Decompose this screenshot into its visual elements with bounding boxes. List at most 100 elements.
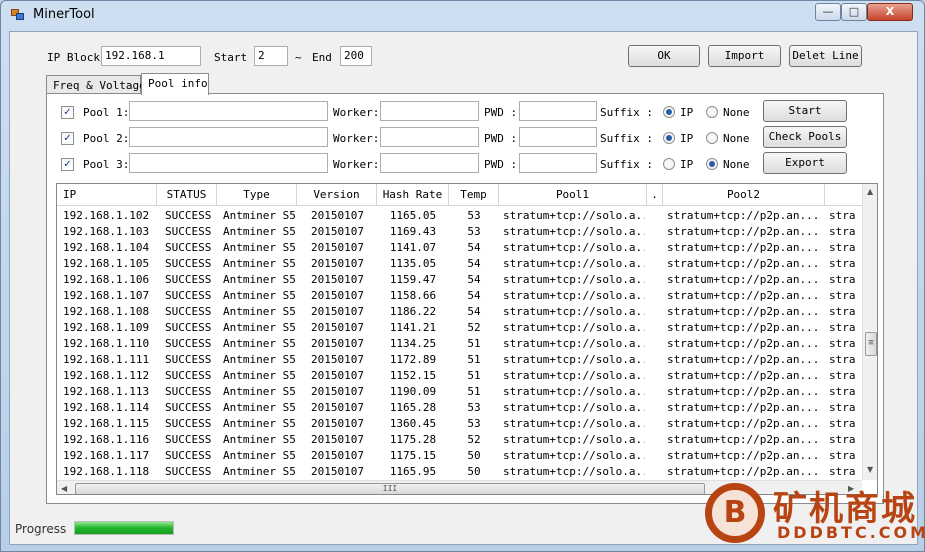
table-cell: 20150107 bbox=[311, 353, 364, 366]
table-row[interactable]: 192.168.1.112 SUCCESS Antminer S5 20150107 1… bbox=[57, 368, 862, 384]
pool-1-label: Pool 1: bbox=[83, 106, 130, 119]
column-header[interactable]: . bbox=[647, 184, 663, 206]
pool-3-worker-input[interactable] bbox=[380, 153, 479, 173]
table-cell: Antminer S5 bbox=[223, 385, 295, 398]
table-row[interactable]: 192.168.1.102 SUCCESS Antminer S5 20150107 1… bbox=[57, 208, 862, 224]
table-cell: 192.168.1.113 bbox=[63, 385, 150, 398]
table-cell: 192.168.1.111 bbox=[63, 353, 150, 366]
miner-table[interactable]: IP STATUS Type Version Hash Rate Temp Pool1. Po… bbox=[56, 183, 878, 495]
column-header[interactable]: Hash Rate bbox=[377, 184, 449, 206]
table-row[interactable]: 192.168.1.114 SUCCESS Antminer S5 20150107 1… bbox=[57, 400, 862, 416]
table-row[interactable]: 192.168.1.107 SUCCESS Antminer S5 20150107 1… bbox=[57, 288, 862, 304]
pool-3-url-input[interactable] bbox=[129, 153, 328, 173]
table-row[interactable]: 192.168.1.116 SUCCESS Antminer S5 20150107 1… bbox=[57, 432, 862, 448]
table-row[interactable]: 192.168.1.108 SUCCESS Antminer S5 20150107 1… bbox=[57, 304, 862, 320]
table-cell: stratum+tcp://solo.a... bbox=[503, 305, 645, 318]
start-input[interactable]: 2 bbox=[254, 46, 288, 66]
column-header[interactable]: Temp bbox=[449, 184, 499, 206]
title-bar[interactable]: MinerTool — □ X bbox=[1, 1, 924, 31]
table-cell: stratum+tcp://solo.a... bbox=[503, 449, 645, 462]
table-row[interactable]: 192.168.1.115 SUCCESS Antminer S5 20150107 1… bbox=[57, 416, 862, 432]
table-cell: stratum+tcp://p2p.an... bbox=[667, 369, 820, 382]
scroll-left-icon[interactable]: ◀ bbox=[61, 484, 67, 493]
table-cell: Antminer S5 bbox=[223, 465, 295, 478]
delete-line-button[interactable]: Delet Line bbox=[789, 45, 862, 67]
pool-2-suffix-none-radio[interactable] bbox=[706, 132, 718, 144]
check-pools-button[interactable]: Check Pools bbox=[763, 126, 847, 148]
table-cell: 192.168.1.107 bbox=[63, 289, 150, 302]
end-input[interactable]: 200 bbox=[340, 46, 372, 66]
table-row[interactable]: 192.168.1.113 SUCCESS Antminer S5 20150107 1… bbox=[57, 384, 862, 400]
table-cell: 192.168.1.103 bbox=[63, 225, 150, 238]
scroll-down-icon[interactable]: ▼ bbox=[867, 465, 873, 474]
table-cell: stra bbox=[829, 209, 856, 222]
table-row[interactable]: 192.168.1.104 SUCCESS Antminer S5 20150107 1… bbox=[57, 240, 862, 256]
table-cell: stratum+tcp://p2p.an... bbox=[667, 465, 820, 478]
column-header[interactable]: STATUS bbox=[157, 184, 217, 206]
table-cell: stra bbox=[829, 433, 856, 446]
table-row[interactable]: 192.168.1.110 SUCCESS Antminer S5 20150107 1… bbox=[57, 336, 862, 352]
column-header[interactable]: Pool1 bbox=[499, 184, 647, 206]
table-row[interactable]: 192.168.1.111 SUCCESS Antminer S5 20150107 1… bbox=[57, 352, 862, 368]
pool-3-suffix-ip-radio[interactable] bbox=[663, 158, 675, 170]
scroll-up-icon[interactable]: ▲ bbox=[867, 187, 873, 196]
tab-freq-voltage[interactable]: Freq & Voltage bbox=[46, 75, 146, 95]
table-cell: stratum+tcp://p2p.an... bbox=[667, 417, 820, 430]
table-row[interactable]: 192.168.1.106 SUCCESS Antminer S5 20150107 1… bbox=[57, 272, 862, 288]
import-button[interactable]: Import bbox=[708, 45, 781, 67]
table-row[interactable]: 192.168.1.109 SUCCESS Antminer S5 20150107 1… bbox=[57, 320, 862, 336]
table-cell: stratum+tcp://solo.a... bbox=[503, 257, 645, 270]
column-header[interactable]: Version bbox=[297, 184, 377, 206]
minimize-button[interactable]: — bbox=[815, 3, 841, 21]
pool-1-checkbox[interactable]: ✓ bbox=[61, 106, 74, 119]
table-row[interactable]: 192.168.1.118 SUCCESS Antminer S5 20150107 1… bbox=[57, 464, 862, 480]
pool-2-pwd-input[interactable] bbox=[519, 127, 597, 147]
table-cell: stra bbox=[829, 305, 856, 318]
pool-1-pwd-input[interactable] bbox=[519, 101, 597, 121]
table-cell: 192.168.1.118 bbox=[63, 465, 150, 478]
column-header[interactable]: Type bbox=[217, 184, 297, 206]
table-cell: stratum+tcp://p2p.an... bbox=[667, 385, 820, 398]
table-cell: SUCCESS bbox=[165, 289, 212, 302]
maximize-button[interactable]: □ bbox=[841, 3, 867, 21]
pool-2-checkbox[interactable]: ✓ bbox=[61, 132, 74, 145]
pool-2-worker-input[interactable] bbox=[380, 127, 479, 147]
export-button[interactable]: Export bbox=[763, 152, 847, 174]
watermark-domain-text: DDDBTC.COM bbox=[777, 523, 925, 542]
ip-block-input[interactable]: 192.168.1 bbox=[101, 46, 201, 66]
ok-button[interactable]: OK bbox=[628, 45, 700, 67]
table-row[interactable]: 192.168.1.117 SUCCESS Antminer S5 20150107 1… bbox=[57, 448, 862, 464]
table-cell: 51 bbox=[467, 353, 481, 366]
table-cell: 20150107 bbox=[311, 273, 364, 286]
table-cell: stra bbox=[829, 273, 856, 286]
pool-3-checkbox[interactable]: ✓ bbox=[61, 158, 74, 171]
tab-pool-info[interactable]: Pool info bbox=[141, 73, 209, 95]
pool-2-label: Pool 2: bbox=[83, 132, 130, 145]
table-cell: Antminer S5 bbox=[223, 257, 295, 270]
pool-2-suffix-ip-radio[interactable] bbox=[663, 132, 675, 144]
pool-1-suffix-none-radio[interactable] bbox=[706, 106, 718, 118]
pool-3-pwd-input[interactable] bbox=[519, 153, 597, 173]
table-row[interactable]: 192.168.1.103 SUCCESS Antminer S5 20150107 1… bbox=[57, 224, 862, 240]
horizontal-scroll-thumb[interactable]: III bbox=[75, 483, 705, 494]
pool-row-2: ✓ Pool 2: Worker: PWD : Suffix : IP None… bbox=[47, 126, 883, 150]
table-cell: 1186.22 bbox=[389, 305, 437, 318]
table-cell: SUCCESS bbox=[165, 225, 212, 238]
table-cell: stratum+tcp://p2p.an... bbox=[667, 289, 820, 302]
pool-1-suffix-none-label: None bbox=[723, 106, 750, 119]
vertical-scrollbar[interactable]: ▲ ≡ ▼ bbox=[862, 184, 877, 480]
vertical-scroll-thumb[interactable]: ≡ bbox=[865, 332, 877, 356]
pool-1-suffix-ip-radio[interactable] bbox=[663, 106, 675, 118]
table-cell: 53 bbox=[467, 225, 481, 238]
column-header[interactable]: Pool2 bbox=[663, 184, 825, 206]
close-button[interactable]: X bbox=[867, 3, 913, 21]
pool-3-suffix-none-radio[interactable] bbox=[706, 158, 718, 170]
start-button[interactable]: Start bbox=[763, 100, 847, 122]
column-header[interactable]: IP bbox=[57, 184, 157, 206]
pool-1-worker-label: Worker: bbox=[333, 106, 380, 119]
pool-1-url-input[interactable] bbox=[129, 101, 328, 121]
pool-2-url-input[interactable] bbox=[129, 127, 328, 147]
column-header[interactable] bbox=[825, 184, 865, 206]
pool-1-worker-input[interactable] bbox=[380, 101, 479, 121]
table-row[interactable]: 192.168.1.105 SUCCESS Antminer S5 20150107 1… bbox=[57, 256, 862, 272]
